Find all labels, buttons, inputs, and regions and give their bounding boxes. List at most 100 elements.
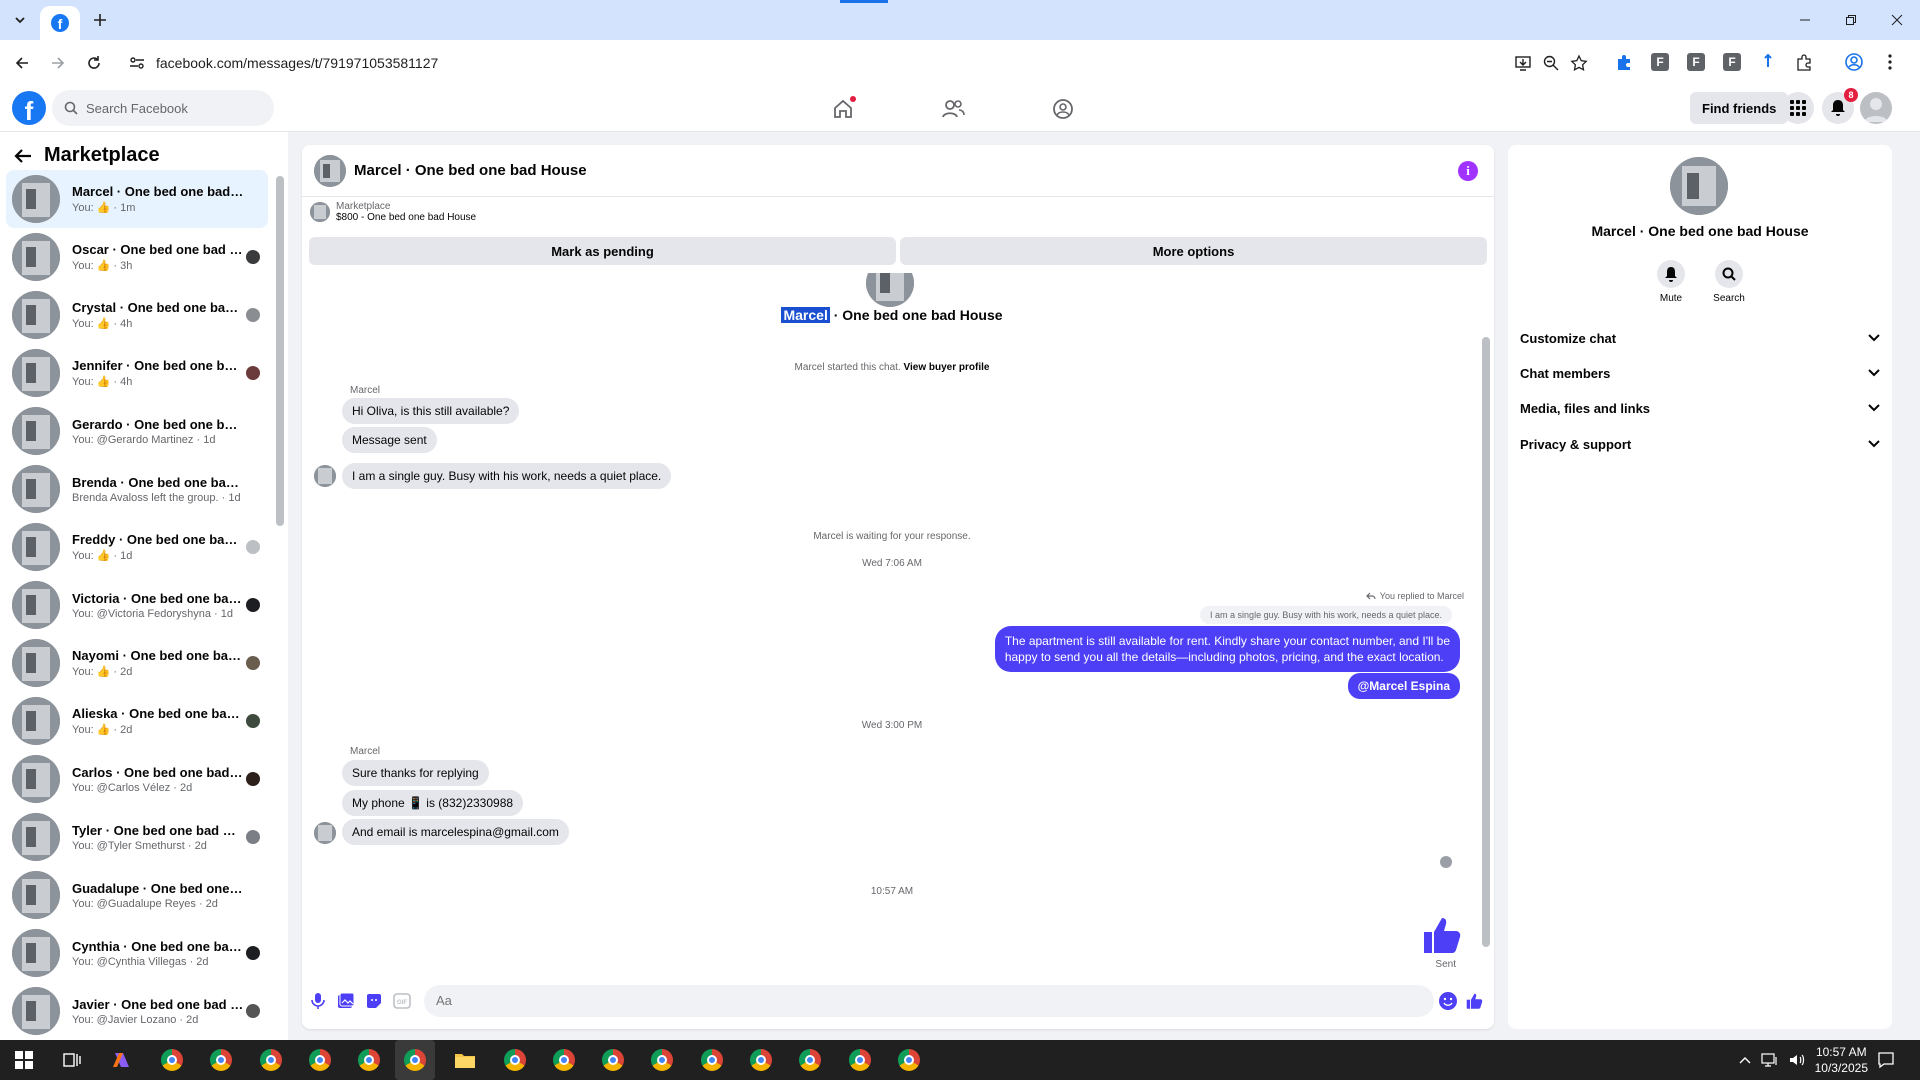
minimize-button[interactable]	[1782, 0, 1828, 40]
windows-start-icon[interactable]	[10, 1046, 38, 1074]
forward-icon[interactable]	[46, 51, 70, 75]
chrome-taskbar-icon[interactable]	[846, 1046, 874, 1074]
chrome-taskbar-icon[interactable]	[895, 1046, 923, 1074]
info-icon[interactable]: i	[1458, 161, 1478, 181]
outgoing-message[interactable]: The apartment is still available for ren…	[994, 626, 1460, 672]
notification-center-icon[interactable]	[1872, 1046, 1900, 1074]
chrome-taskbar-icon[interactable]	[796, 1046, 824, 1074]
conversation-item[interactable]: Crystal · One bed one bad Ho... You: 👍 · …	[6, 286, 268, 344]
chrome-taskbar-icon[interactable]	[158, 1046, 186, 1074]
sticker-icon[interactable]	[364, 991, 384, 1011]
site-info-icon[interactable]	[128, 54, 146, 72]
copilot-icon[interactable]	[108, 1046, 136, 1074]
conversation-item[interactable]: Marcel · One bed one bad House You: 👍 · 1…	[6, 170, 268, 228]
file-explorer-icon[interactable]	[451, 1046, 479, 1074]
mute-button[interactable]: Mute	[1641, 260, 1701, 304]
conversation-item[interactable]: Oscar · One bed one bad Hou... You: 👍 · 3…	[6, 228, 268, 286]
emoji-icon[interactable]	[1438, 991, 1458, 1011]
extension-puzzle-icon[interactable]	[1612, 50, 1636, 74]
chrome-taskbar-icon[interactable]	[648, 1046, 676, 1074]
browser-menu-icon[interactable]	[1878, 50, 1902, 74]
groups-nav-icon[interactable]	[1048, 94, 1078, 124]
chat-scrollbar-thumb[interactable]	[1482, 337, 1490, 947]
chrome-taskbar-icon[interactable]	[599, 1046, 627, 1074]
conversation-item[interactable]: Tyler · One bed one bad House You: @Tyler…	[6, 808, 268, 866]
install-app-icon[interactable]	[1514, 54, 1532, 72]
media-files-links-row[interactable]: Media, files and links	[1520, 393, 1880, 423]
quoted-message[interactable]: I am a single guy. Busy with his work, n…	[1200, 606, 1452, 624]
thumbs-up-sticker-icon[interactable]	[1420, 915, 1462, 955]
gif-icon[interactable]: GIF	[392, 991, 412, 1011]
chat-avatar[interactable]	[314, 154, 346, 187]
conversation-item[interactable]: Brenda · One bed one bad HouseBrenda Ava…	[6, 460, 268, 518]
conversation-item[interactable]: Javier · One bed one bad Ho... You: @Javi…	[6, 982, 268, 1040]
extension-f2-icon[interactable]: F	[1684, 50, 1708, 74]
browser-tab-facebook[interactable]: f	[40, 6, 80, 40]
close-window-button[interactable]	[1874, 0, 1920, 40]
more-options-button[interactable]: More options	[900, 237, 1487, 265]
task-view-icon[interactable]	[58, 1046, 86, 1074]
conversation-item[interactable]: Victoria · One bed one bad H... You: @Vic…	[6, 576, 268, 634]
chrome-taskbar-icon[interactable]	[257, 1046, 285, 1074]
mention-message[interactable]: @Marcel Espina	[1347, 673, 1460, 699]
extension-f1-icon[interactable]: F	[1648, 50, 1672, 74]
chat-title[interactable]: Marcel · One bed one bad House	[354, 162, 587, 179]
privacy-support-row[interactable]: Privacy & support	[1520, 429, 1880, 459]
menu-grid-icon[interactable]	[1782, 92, 1814, 124]
sender-avatar[interactable]	[314, 465, 336, 487]
zoom-icon[interactable]	[1542, 54, 1560, 72]
chrome-taskbar-icon[interactable]	[747, 1046, 775, 1074]
incoming-message[interactable]: And email is marcelespina@gmail.com	[342, 819, 569, 845]
chat-members-row[interactable]: Chat members	[1520, 358, 1880, 388]
restore-button[interactable]	[1828, 0, 1874, 40]
chat-scrollbar[interactable]	[1482, 277, 1490, 967]
view-buyer-profile-link[interactable]: View buyer profile	[903, 362, 989, 373]
network-icon[interactable]	[1761, 1053, 1779, 1067]
listing-row[interactable]: Marketplace $800 - One bed one bad House	[310, 201, 476, 223]
extension-f3-icon[interactable]: F	[1720, 50, 1744, 74]
bookmark-star-icon[interactable]	[1570, 54, 1588, 72]
volume-icon[interactable]	[1789, 1053, 1805, 1067]
message-input[interactable]	[424, 985, 1434, 1017]
conversation-item[interactable]: Alieska · One bed one bad H... You: 👍 · 2…	[6, 692, 268, 750]
search-in-chat-button[interactable]: Search	[1699, 260, 1759, 304]
account-avatar[interactable]	[1860, 92, 1892, 124]
voice-clip-icon[interactable]	[308, 991, 328, 1011]
profile-icon[interactable]	[1842, 50, 1866, 74]
conversation-item[interactable]: Jennifer · One bed one bad H... You: 👍 · …	[6, 344, 268, 402]
incoming-message[interactable]: My phone 📱 is (832)2330988	[342, 790, 524, 816]
chrome-taskbar-icon[interactable]	[207, 1046, 235, 1074]
mark-as-pending-button[interactable]: Mark as pending	[309, 237, 896, 265]
send-like-icon[interactable]	[1464, 991, 1484, 1011]
incoming-message[interactable]: Message sent	[342, 427, 437, 453]
thread-avatar[interactable]	[866, 273, 914, 307]
conversation-item[interactable]: Freddy · One bed one bad Ho... You: 👍 · 1…	[6, 518, 268, 576]
address-bar[interactable]: facebook.com/messages/t/791971053581127	[120, 46, 1594, 80]
incoming-message[interactable]: I am a single guy. Busy with his work, n…	[342, 463, 672, 489]
show-hidden-icons-chevron-icon[interactable]	[1739, 1056, 1751, 1064]
profile-avatar[interactable]	[1670, 157, 1728, 215]
chrome-taskbar-icon[interactable]	[355, 1046, 383, 1074]
back-arrow-icon[interactable]	[14, 148, 32, 164]
home-nav-icon[interactable]	[828, 94, 858, 124]
conversation-item[interactable]: Carlos · One bed one bad Ho... You: @Carl…	[6, 750, 268, 808]
new-tab-button[interactable]	[88, 8, 112, 32]
chrome-taskbar-icon[interactable]	[306, 1046, 334, 1074]
notifications-bell-icon[interactable]: 8	[1822, 88, 1858, 124]
attach-photo-icon[interactable]	[336, 991, 356, 1011]
conversation-item[interactable]: Cynthia · One bed one bad H... You: @Cynt…	[6, 924, 268, 982]
customize-chat-row[interactable]: Customize chat	[1520, 323, 1880, 353]
tab-search-icon[interactable]	[8, 8, 32, 32]
reload-icon[interactable]	[82, 51, 106, 75]
chrome-taskbar-icon[interactable]	[698, 1046, 726, 1074]
conversation-item[interactable]: Gerardo · One bed one bad Ho...You: @Ger…	[6, 402, 268, 460]
chrome-taskbar-icon[interactable]	[550, 1046, 578, 1074]
back-icon[interactable]	[10, 51, 34, 75]
conversation-item[interactable]: Guadalupe · One bed one bad ...You: @Gua…	[6, 866, 268, 924]
find-friends-button[interactable]: Find friends	[1690, 92, 1789, 124]
conversation-item[interactable]: Nayomi · One bed one bad H... You: 👍 · 2d	[6, 634, 268, 692]
incoming-message[interactable]: Sure thanks for replying	[342, 760, 489, 786]
incoming-message[interactable]: Hi Oliva, is this still available?	[342, 398, 520, 424]
facebook-logo-icon[interactable]: f	[12, 91, 46, 126]
sidebar-scrollbar[interactable]	[276, 176, 284, 526]
